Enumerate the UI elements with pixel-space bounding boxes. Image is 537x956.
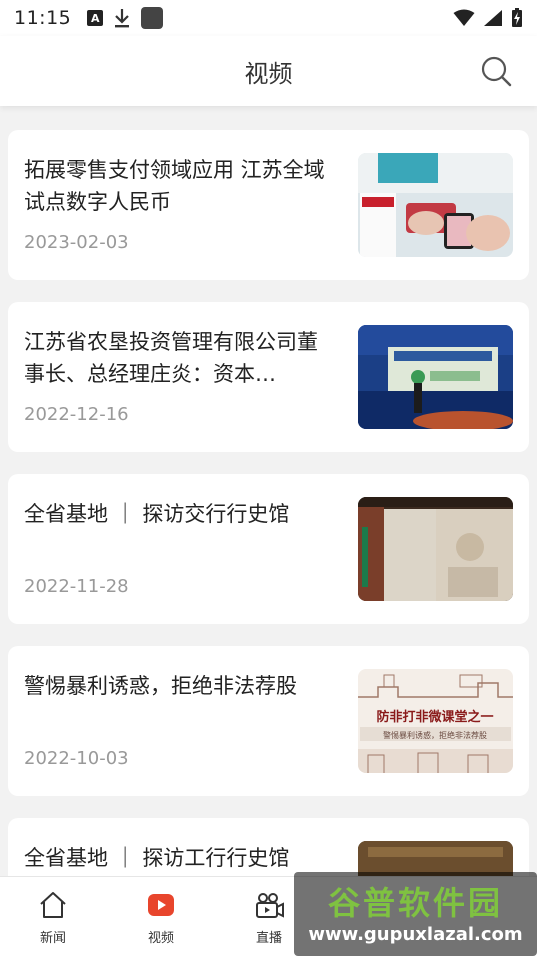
watermark-title: 谷普软件园: [327, 884, 503, 922]
article-date: 2022-10-03: [24, 748, 129, 769]
tab-video[interactable]: 视频: [121, 889, 201, 946]
list-item[interactable]: 江苏省农垦投资管理有限公司董事长、总经理庄炎：资本… 2022-12-16: [8, 302, 529, 452]
list-item[interactable]: 警惕暴利诱惑，拒绝非法荐股 2022-10-03 防非打非微课堂之一 警惕暴利诱…: [8, 646, 529, 796]
status-bar: 11:15 A: [0, 0, 537, 36]
article-date: 2022-11-28: [24, 576, 129, 597]
list-item[interactable]: 拓展零售支付领域应用 江苏全域试点数字人民币 2023-02-03: [8, 130, 529, 280]
list-item[interactable]: 全省基地 ｜ 探访交行行史馆 2022-11-28: [8, 474, 529, 624]
article-thumbnail: [358, 325, 513, 429]
article-date: 2022-12-16: [24, 404, 129, 425]
watermark: 谷普软件园 www.gupuxlazal.com: [294, 872, 537, 956]
thumbnail-subline: 警惕暴利诱惑，拒绝非法荐股: [383, 730, 487, 740]
notification-a-icon: A: [87, 10, 104, 26]
search-icon[interactable]: [479, 54, 513, 88]
article-title: 警惕暴利诱惑，拒绝非法荐股: [24, 674, 297, 698]
article-thumbnail: [358, 497, 513, 601]
tab-label: 新闻: [39, 931, 66, 946]
app-header: 视频: [0, 36, 537, 106]
tab-label: 直播: [255, 931, 282, 946]
wifi-icon: [453, 9, 475, 26]
article-title: 全省基地 ｜ 探访交行行史馆: [24, 502, 290, 526]
article-title: 拓展零售支付领域应用 江苏全域试点数字人民币: [24, 158, 325, 214]
download-icon: [115, 9, 130, 28]
signal-icon: [484, 10, 502, 26]
article-date: 2023-02-03: [24, 232, 129, 253]
page-title: 视频: [244, 59, 293, 88]
app-notification-icon: [141, 7, 164, 29]
article-title: 全省基地 ｜ 探访工行行史馆: [24, 846, 290, 870]
article-title: 江苏省农垦投资管理有限公司董事长、总经理庄炎：资本…: [24, 330, 318, 386]
thumbnail-headline: 防非打非微课堂之一: [376, 709, 493, 725]
home-icon: [40, 892, 66, 918]
battery-icon: [512, 8, 522, 27]
watermark-url: www.gupuxlazal.com: [308, 924, 523, 945]
article-thumbnail: [358, 841, 513, 876]
play-icon: [148, 894, 174, 916]
status-time: 11:15: [14, 7, 72, 29]
tab-label: 视频: [147, 931, 174, 946]
camera-icon: [256, 893, 284, 918]
tab-news[interactable]: 新闻: [13, 889, 93, 946]
list-item[interactable]: 全省基地 ｜ 探访工行行史馆: [8, 818, 529, 876]
article-thumbnail: [358, 153, 513, 257]
article-thumbnail: 防非打非微课堂之一 警惕暴利诱惑，拒绝非法荐股: [358, 669, 513, 773]
video-list[interactable]: 拓展零售支付领域应用 江苏全域试点数字人民币 2023-02-03 江苏省农垦投…: [0, 106, 537, 876]
